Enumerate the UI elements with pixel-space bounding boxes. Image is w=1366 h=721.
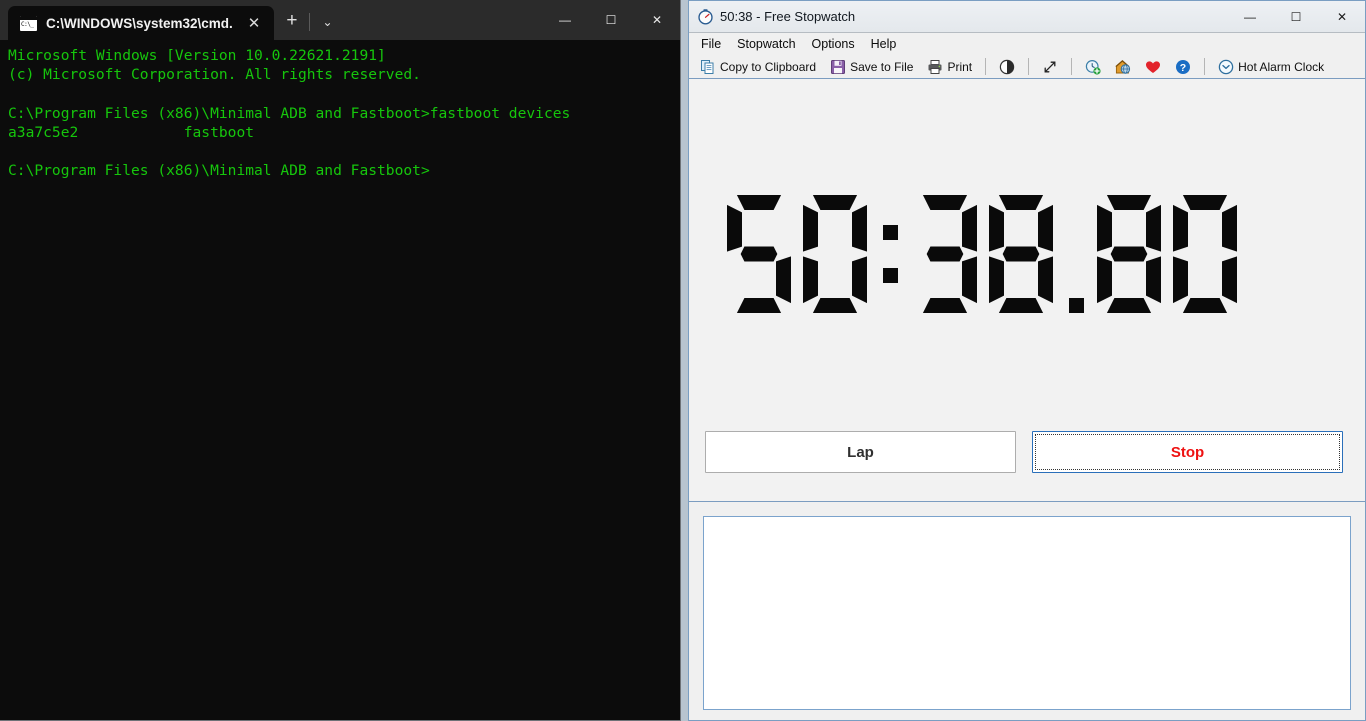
clock-add-icon (1085, 59, 1101, 75)
terminal-line: Microsoft Windows [Version 10.0.22621.21… (8, 47, 386, 64)
hot-alarm-clock-button[interactable]: Hot Alarm Clock (1212, 56, 1330, 78)
maximize-button[interactable]: ☐ (588, 0, 634, 40)
minimize-button[interactable]: — (1227, 1, 1273, 32)
copy-icon (701, 59, 714, 74)
save-to-file-button[interactable]: Save to File (824, 56, 919, 78)
menu-item-options[interactable]: Options (804, 34, 863, 54)
close-icon[interactable]: ✕ (242, 12, 267, 35)
terminal-window: C:\WINDOWS\system32\cmd. ✕ + ⌄ — ☐ ✕ Mic… (0, 0, 681, 721)
hot-alarm-clock-label: Hot Alarm Clock (1238, 59, 1325, 74)
stopwatch-window-controls: — ☐ ✕ (1227, 1, 1365, 32)
menu-item-file[interactable]: File (693, 34, 729, 54)
toolbar-separator (985, 58, 987, 75)
stopwatch-display (689, 79, 1365, 431)
close-button[interactable]: ✕ (1319, 1, 1365, 32)
toolbar-separator (1204, 58, 1206, 75)
menu-bar: File Stopwatch Options Help (689, 33, 1365, 55)
expand-arrows-icon (1044, 61, 1056, 72)
print-button[interactable]: Print (921, 56, 978, 78)
save-floppy-icon (831, 59, 846, 74)
terminal-window-controls: — ☐ ✕ (542, 0, 680, 40)
close-button[interactable]: ✕ (634, 0, 680, 40)
help-question-icon: ? (1176, 59, 1191, 74)
terminal-tab-bar: C:\WINDOWS\system32\cmd. ✕ + ⌄ — ☐ ✕ (0, 0, 680, 40)
copy-to-clipboard-label: Copy to Clipboard (720, 59, 817, 74)
control-buttons: Lap Stop (689, 431, 1365, 502)
stopwatch-clock-icon (698, 9, 713, 25)
terminal-line: (c) Microsoft Corporation. All rights re… (8, 66, 421, 84)
favorites-button[interactable] (1139, 56, 1167, 78)
terminal-line: C:\Program Files (x86)\Minimal ADB and F… (8, 104, 571, 122)
menu-item-help[interactable]: Help (863, 34, 905, 54)
terminal-prompt-line: C:\Program Files (x86)\Minimal ADB and F… (8, 162, 430, 180)
svg-text:?: ? (1180, 62, 1186, 74)
menu-item-stopwatch[interactable]: Stopwatch (729, 34, 803, 54)
print-label: Print (947, 59, 973, 74)
chevron-down-icon[interactable]: ⌄ (310, 11, 344, 33)
alarm-clock-icon (1218, 59, 1234, 74)
stopwatch-title: 50:38 - Free Stopwatch (720, 9, 856, 24)
contrast-icon (999, 59, 1015, 74)
lap-list[interactable] (703, 516, 1351, 710)
home-globe-button[interactable] (1109, 56, 1137, 78)
contrast-button[interactable] (993, 56, 1021, 78)
maximize-button[interactable]: ☐ (1273, 1, 1319, 32)
lap-button[interactable]: Lap (705, 431, 1016, 473)
printer-icon (928, 59, 942, 74)
seven-segment-time-display (727, 195, 1237, 313)
stopwatch-title-bar: 50:38 - Free Stopwatch — ☐ ✕ (689, 1, 1365, 33)
stop-button[interactable]: Stop (1032, 431, 1343, 473)
cmd-console-icon (20, 15, 37, 31)
copy-to-clipboard-button[interactable]: Copy to Clipboard (694, 56, 822, 78)
expand-button[interactable] (1036, 56, 1064, 78)
desktop-screen: C:\WINDOWS\system32\cmd. ✕ + ⌄ — ☐ ✕ Mic… (0, 0, 1366, 721)
toolbar-separator (1071, 58, 1073, 75)
toolbar: Copy to Clipboard Save to File Print ? H… (689, 55, 1365, 79)
home-globe-icon (1115, 59, 1131, 74)
minimize-button[interactable]: — (542, 0, 588, 40)
help-button[interactable]: ? (1169, 56, 1197, 78)
terminal-output[interactable]: Microsoft Windows [Version 10.0.22621.21… (0, 40, 680, 720)
clock-add-button[interactable] (1079, 56, 1107, 78)
terminal-tab[interactable]: C:\WINDOWS\system32\cmd. ✕ (8, 6, 275, 40)
terminal-line: a3a7c5e2 fastboot (8, 123, 255, 141)
terminal-tab-title: C:\WINDOWS\system32\cmd. (46, 15, 233, 31)
new-tab-button[interactable]: + (274, 7, 309, 34)
stopwatch-window: 50:38 - Free Stopwatch — ☐ ✕ File Stopwa… (688, 0, 1366, 721)
heart-icon (1146, 60, 1161, 73)
toolbar-separator (1028, 58, 1030, 75)
save-to-file-label: Save to File (850, 59, 914, 74)
